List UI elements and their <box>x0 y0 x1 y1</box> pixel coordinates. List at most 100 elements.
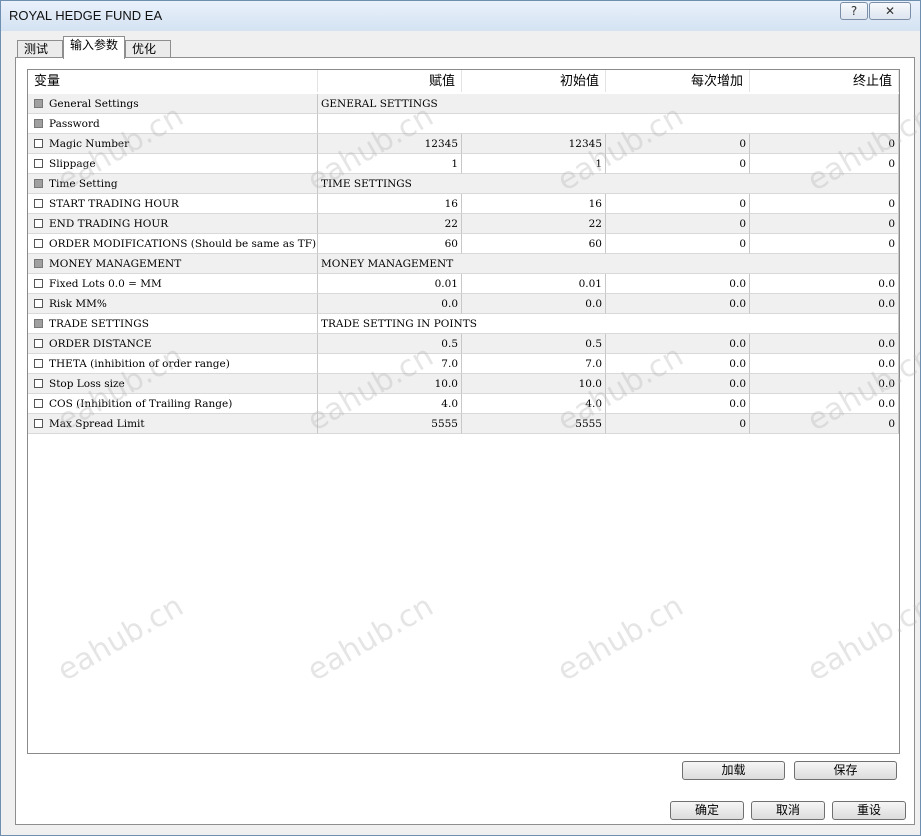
parameter-value-cell[interactable]: 7.0 <box>318 354 462 374</box>
optimize-checkbox[interactable] <box>34 299 43 308</box>
parameter-start-cell[interactable]: 10.0 <box>462 374 606 394</box>
column-header-step[interactable]: 每次增加 <box>606 70 750 92</box>
parameter-start-cell[interactable]: 16 <box>462 194 606 214</box>
parameter-stop-cell[interactable]: 0.0 <box>750 354 899 374</box>
tab-testing[interactable]: 测试 <box>17 40 63 58</box>
parameter-step-cell[interactable]: 0 <box>606 214 750 234</box>
parameter-step-cell[interactable]: 0.0 <box>606 294 750 314</box>
parameter-value-cell[interactable]: 16 <box>318 194 462 214</box>
optimize-checkbox[interactable] <box>34 319 43 328</box>
optimize-checkbox[interactable] <box>34 179 43 188</box>
parameter-value-cell[interactable]: 0.01 <box>318 274 462 294</box>
parameter-value-cell[interactable]: MONEY MANAGEMENT <box>318 254 899 274</box>
title-bar[interactable]: ROYAL HEDGE FUND EA ? ✕ <box>1 1 920 31</box>
table-row[interactable]: THETA (inhibition of order range) 7.0 7.0 0… <box>28 354 899 374</box>
parameter-step-cell[interactable]: 0 <box>606 414 750 434</box>
optimize-checkbox[interactable] <box>34 99 43 108</box>
parameter-stop-cell[interactable]: 0.0 <box>750 394 899 414</box>
parameter-step-cell[interactable]: 0.0 <box>606 374 750 394</box>
parameter-step-cell[interactable]: 0.0 <box>606 334 750 354</box>
parameter-start-cell[interactable]: 60 <box>462 234 606 254</box>
parameter-stop-cell[interactable]: 0 <box>750 154 899 174</box>
help-button[interactable]: ? <box>840 2 868 20</box>
optimize-checkbox[interactable] <box>34 259 43 268</box>
table-row[interactable]: TRADE SETTINGS TRADE SETTING IN POINTS <box>28 314 899 334</box>
parameter-step-cell[interactable]: 0 <box>606 194 750 214</box>
table-row[interactable]: Slippage 1 1 0 0 <box>28 154 899 174</box>
save-button[interactable]: 保存 <box>794 761 897 780</box>
parameter-start-cell[interactable]: 22 <box>462 214 606 234</box>
parameter-value-cell[interactable]: 0.0 <box>318 294 462 314</box>
parameter-value-cell[interactable]: 0.5 <box>318 334 462 354</box>
table-row[interactable]: COS (Inhibition of Trailing Range) 4.0 4.0… <box>28 394 899 414</box>
column-header-stop[interactable]: 终止值 <box>750 70 899 92</box>
table-row[interactable]: MONEY MANAGEMENT MONEY MANAGEMENT <box>28 254 899 274</box>
table-row[interactable]: Stop Loss size 10.0 10.0 0.0 0.0 <box>28 374 899 394</box>
parameter-start-cell[interactable]: 12345 <box>462 134 606 154</box>
parameter-start-cell[interactable]: 5555 <box>462 414 606 434</box>
tab-optimization[interactable]: 优化 <box>125 40 171 58</box>
parameter-start-cell[interactable]: 4.0 <box>462 394 606 414</box>
parameter-stop-cell[interactable]: 0 <box>750 194 899 214</box>
parameter-value-cell[interactable]: GENERAL SETTINGS <box>318 94 899 114</box>
parameter-step-cell[interactable]: 0 <box>606 154 750 174</box>
table-row[interactable]: Max Spread Limit 5555 5555 0 0 <box>28 414 899 434</box>
parameter-step-cell[interactable]: 0.0 <box>606 394 750 414</box>
parameter-value-cell[interactable] <box>318 114 899 134</box>
close-button[interactable]: ✕ <box>869 2 911 20</box>
optimize-checkbox[interactable] <box>34 279 43 288</box>
optimize-checkbox[interactable] <box>34 399 43 408</box>
optimize-checkbox[interactable] <box>34 419 43 428</box>
optimize-checkbox[interactable] <box>34 199 43 208</box>
column-header-value[interactable]: 赋值 <box>318 70 462 92</box>
parameter-step-cell[interactable]: 0.0 <box>606 354 750 374</box>
table-row[interactable]: ORDER DISTANCE 0.5 0.5 0.0 0.0 <box>28 334 899 354</box>
optimize-checkbox[interactable] <box>34 219 43 228</box>
parameter-stop-cell[interactable]: 0.0 <box>750 274 899 294</box>
cancel-button[interactable]: 取消 <box>751 801 825 820</box>
table-row[interactable]: Password <box>28 114 899 134</box>
optimize-checkbox[interactable] <box>34 339 43 348</box>
table-row[interactable]: General Settings GENERAL SETTINGS <box>28 94 899 114</box>
parameter-start-cell[interactable]: 0.01 <box>462 274 606 294</box>
parameter-value-cell[interactable]: 5555 <box>318 414 462 434</box>
optimize-checkbox[interactable] <box>34 159 43 168</box>
load-button[interactable]: 加载 <box>682 761 785 780</box>
table-row[interactable]: Time Setting TIME SETTINGS <box>28 174 899 194</box>
parameter-start-cell[interactable]: 0.5 <box>462 334 606 354</box>
optimize-checkbox[interactable] <box>34 359 43 368</box>
parameter-stop-cell[interactable]: 0 <box>750 234 899 254</box>
parameter-value-cell[interactable]: TRADE SETTING IN POINTS <box>318 314 899 334</box>
parameter-stop-cell[interactable]: 0 <box>750 134 899 154</box>
optimize-checkbox[interactable] <box>34 119 43 128</box>
table-row[interactable]: END TRADING HOUR 22 22 0 0 <box>28 214 899 234</box>
parameter-step-cell[interactable]: 0 <box>606 134 750 154</box>
parameter-value-cell[interactable]: 10.0 <box>318 374 462 394</box>
parameter-start-cell[interactable]: 1 <box>462 154 606 174</box>
parameter-value-cell[interactable]: 22 <box>318 214 462 234</box>
parameter-step-cell[interactable]: 0 <box>606 234 750 254</box>
column-header-variable[interactable]: 变量 <box>28 70 318 92</box>
table-row[interactable]: ORDER MODIFICATIONS (Should be same as T… <box>28 234 899 254</box>
parameter-value-cell[interactable]: TIME SETTINGS <box>318 174 899 194</box>
optimize-checkbox[interactable] <box>34 139 43 148</box>
parameter-stop-cell[interactable]: 0 <box>750 414 899 434</box>
table-row[interactable]: Magic Number 12345 12345 0 0 <box>28 134 899 154</box>
parameter-step-cell[interactable]: 0.0 <box>606 274 750 294</box>
table-row[interactable]: START TRADING HOUR 16 16 0 0 <box>28 194 899 214</box>
parameter-value-cell[interactable]: 12345 <box>318 134 462 154</box>
reset-button[interactable]: 重设 <box>832 801 906 820</box>
parameter-value-cell[interactable]: 1 <box>318 154 462 174</box>
ok-button[interactable]: 确定 <box>670 801 744 820</box>
parameter-value-cell[interactable]: 60 <box>318 234 462 254</box>
column-header-start[interactable]: 初始值 <box>462 70 606 92</box>
parameter-value-cell[interactable]: 4.0 <box>318 394 462 414</box>
parameter-stop-cell[interactable]: 0.0 <box>750 334 899 354</box>
parameter-stop-cell[interactable]: 0 <box>750 214 899 234</box>
tab-input-parameters[interactable]: 输入参数 <box>63 36 125 59</box>
table-row[interactable]: Risk MM% 0.0 0.0 0.0 0.0 <box>28 294 899 314</box>
parameter-stop-cell[interactable]: 0.0 <box>750 374 899 394</box>
table-row[interactable]: Fixed Lots 0.0 = MM 0.01 0.01 0.0 0.0 <box>28 274 899 294</box>
optimize-checkbox[interactable] <box>34 239 43 248</box>
parameter-stop-cell[interactable]: 0.0 <box>750 294 899 314</box>
